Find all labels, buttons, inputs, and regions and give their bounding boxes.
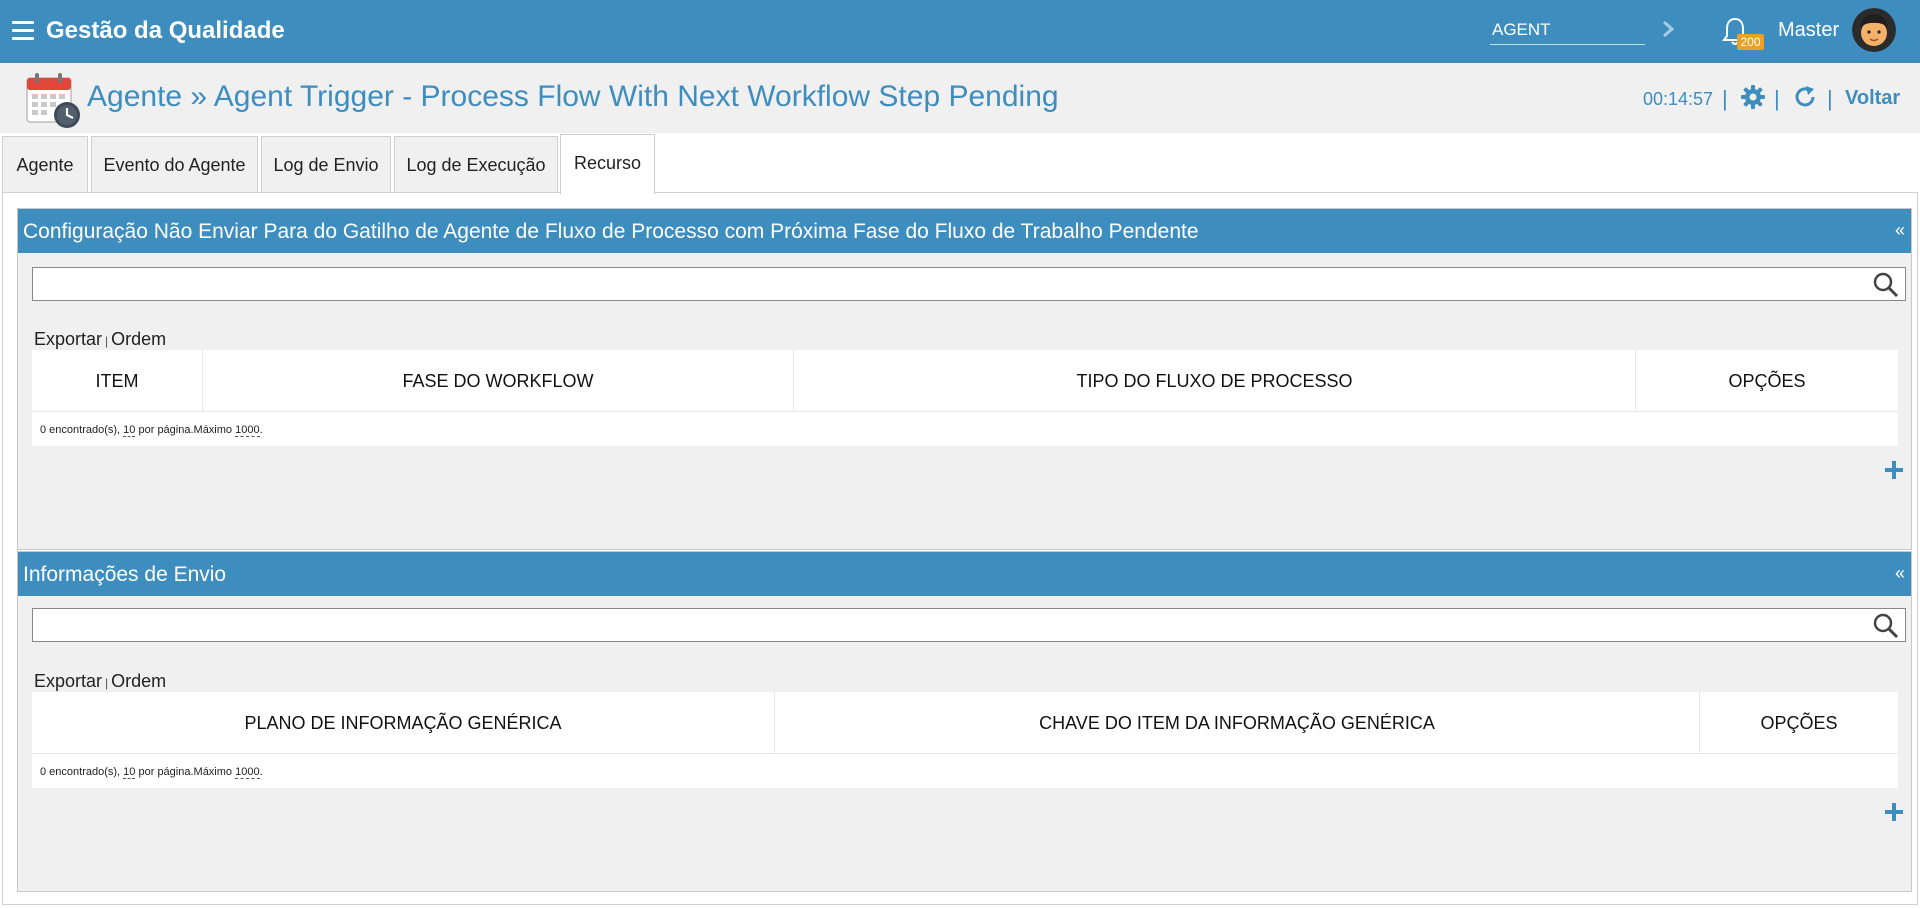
tab-recurso[interactable]: Recurso (560, 134, 655, 194)
footer-end: . (259, 424, 263, 436)
tab-log-de-envio[interactable]: Log de Envio (261, 136, 391, 193)
panel-informacoes-de-envio: Informações de Envio « Exportar | Ordem PL… (17, 551, 1912, 892)
search-input[interactable] (33, 268, 1863, 300)
column-header-plano[interactable]: PLANO DE INFORMAÇÃO GENÉRICA (32, 692, 775, 754)
pagination-info: 0 encontrado(s), 10 por página.Máximo 10… (40, 424, 263, 437)
session-timer: 00:14:57 (1643, 89, 1714, 109)
collapse-button[interactable]: « (1895, 563, 1905, 584)
column-header-opcoes: OPÇÕES (1760, 713, 1838, 733)
order-link[interactable]: Ordem (111, 329, 166, 349)
export-link[interactable]: Exportar (34, 671, 102, 691)
calendar-clock-icon (26, 73, 80, 128)
user-name[interactable]: Master (1778, 19, 1839, 42)
panel-title: Informações de Envio (23, 563, 227, 586)
chevron-right-icon[interactable] (1660, 18, 1676, 40)
max-value[interactable]: 1000 (235, 766, 260, 779)
toolbar-separator: | (105, 676, 109, 690)
separator: | (1827, 86, 1833, 111)
back-link[interactable]: Voltar (1845, 87, 1900, 110)
refresh-icon[interactable] (1793, 85, 1817, 109)
add-icon[interactable] (1884, 802, 1904, 822)
search-icon[interactable] (1873, 272, 1899, 298)
per-page-value[interactable]: 10 (123, 766, 136, 779)
separator: | (1722, 86, 1728, 111)
page-title: Agente » Agent Trigger - Process Flow Wi… (87, 80, 1059, 113)
panel-nao-enviar-para: Configuração Não Enviar Para do Gatilho … (17, 208, 1912, 550)
column-header-fase-do-workflow[interactable]: FASE DO WORKFLOW (203, 350, 794, 412)
page-header: Agente » Agent Trigger - Process Flow Wi… (0, 63, 1920, 133)
tab-log-de-execucao[interactable]: Log de Execução (394, 136, 558, 193)
column-header-tipo-do-fluxo[interactable]: TIPO DO FLUXO DE PROCESSO (794, 350, 1636, 412)
found-count: 0 encontrado(s), (40, 766, 121, 778)
collapse-button[interactable]: « (1895, 220, 1905, 241)
panel-header: Configuração Não Enviar Para do Gatilho … (18, 209, 1911, 253)
per-page-label: por página.Máximo (138, 424, 233, 436)
max-value[interactable]: 1000 (235, 424, 260, 437)
per-page-label: por página.Máximo (138, 766, 233, 778)
column-header-item[interactable]: ITEM (32, 350, 203, 412)
panel-title: Configuração Não Enviar Para do Gatilho … (23, 220, 1199, 243)
add-icon[interactable] (1884, 460, 1904, 480)
avatar[interactable] (1852, 8, 1896, 52)
search-input[interactable] (33, 609, 1863, 641)
pagination-info: 0 encontrado(s), 10 por página.Máximo 10… (40, 766, 263, 779)
grid-header: ITEM FASE DO WORKFLOW TIPO DO FLUXO DE P… (32, 350, 1898, 412)
gear-icon[interactable] (1741, 85, 1765, 109)
separator: | (1774, 86, 1780, 111)
data-grid: ITEM FASE DO WORKFLOW TIPO DO FLUXO DE P… (32, 350, 1898, 446)
data-grid: PLANO DE INFORMAÇÃO GENÉRICA CHAVE DO IT… (32, 692, 1898, 788)
export-link[interactable]: Exportar (34, 329, 102, 349)
grid-header: PLANO DE INFORMAÇÃO GENÉRICA CHAVE DO IT… (32, 692, 1898, 754)
per-page-value[interactable]: 10 (123, 424, 136, 437)
tab-content: Configuração Não Enviar Para do Gatilho … (2, 192, 1918, 905)
grid-toolbar: Exportar | Ordem (34, 329, 166, 350)
footer-end: . (259, 766, 263, 778)
panel-header: Informações de Envio « (18, 552, 1911, 596)
search-box (32, 608, 1906, 642)
order-link[interactable]: Ordem (111, 671, 166, 691)
search-icon[interactable] (1873, 613, 1899, 639)
agent-search-input[interactable] (1490, 15, 1645, 45)
tab-agente[interactable]: Agente (2, 136, 88, 193)
menu-icon[interactable] (12, 21, 34, 40)
search-box (32, 267, 1906, 301)
toolbar-separator: | (105, 334, 109, 348)
top-bar: Gestão da Qualidade 200 Master (0, 0, 1920, 63)
notification-badge: 200 (1737, 34, 1764, 50)
app-title: Gestão da Qualidade (46, 17, 285, 44)
column-header-opcoes: OPÇÕES (1728, 371, 1806, 391)
tab-evento-do-agente[interactable]: Evento do Agente (91, 136, 258, 193)
found-count: 0 encontrado(s), (40, 424, 121, 436)
grid-toolbar: Exportar | Ordem (34, 671, 166, 692)
column-header-chave-do-item[interactable]: CHAVE DO ITEM DA INFORMAÇÃO GENÉRICA (775, 692, 1700, 754)
